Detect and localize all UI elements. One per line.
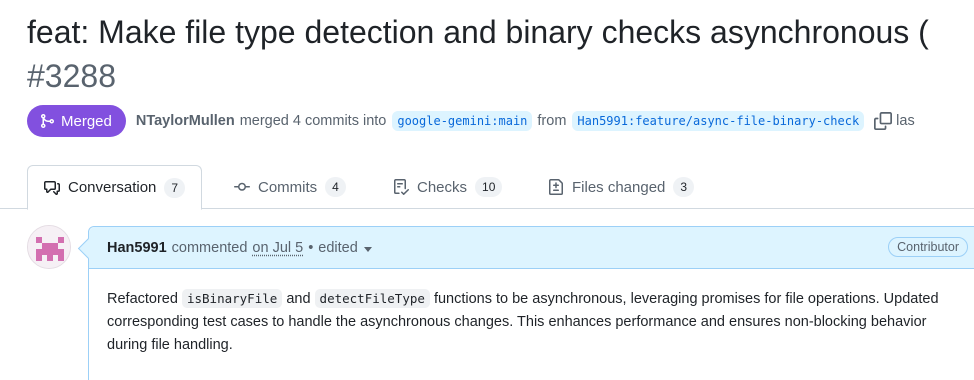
- pr-number: #3288: [27, 58, 116, 94]
- comment-verb: commented: [171, 239, 248, 256]
- comment-body: Refactored isBinaryFile and detectFileTy…: [89, 269, 959, 357]
- comment-separator: •: [308, 239, 314, 256]
- avatar[interactable]: [27, 225, 71, 269]
- copy-icon[interactable]: [874, 112, 893, 130]
- pr-meta-row: Merged NTaylorMullen merged 4 commits in…: [27, 105, 915, 137]
- tab-checks-count: 10: [475, 177, 503, 197]
- file-diff-icon: [549, 179, 563, 195]
- merge-action-text: merged 4 commits into: [239, 113, 387, 129]
- identicon-avatar-image: [28, 226, 70, 268]
- tab-files-changed-count: 3: [673, 177, 695, 197]
- comment-discussion-icon: [44, 180, 60, 195]
- comment-edited-label: edited: [318, 239, 358, 256]
- code-isbinaryfile: isBinaryFile: [181, 289, 283, 308]
- tab-commits[interactable]: Commits 4: [218, 165, 362, 209]
- comment-author-link[interactable]: Han5991: [107, 240, 167, 256]
- tab-files-changed-label: Files changed: [572, 178, 666, 196]
- tab-conversation-count: 7: [164, 177, 186, 198]
- comment-text-part1: Refactored: [107, 291, 178, 307]
- git-commit-icon: [234, 182, 250, 191]
- comment-date-link[interactable]: on Jul 5: [252, 240, 303, 256]
- tab-checks[interactable]: Checks 10: [377, 165, 518, 209]
- tab-files-changed[interactable]: Files changed 3: [532, 165, 710, 209]
- contributor-badge: Contributor: [888, 237, 968, 257]
- tab-conversation-label: Conversation: [68, 179, 157, 196]
- chevron-down-icon: [363, 246, 372, 252]
- merged-status-label: Merged: [61, 112, 112, 130]
- tab-commits-label: Commits: [258, 178, 318, 196]
- comment-header: Han5991 commented on Jul 5 • edited Cont…: [89, 227, 974, 269]
- comment-text-part2: and: [286, 291, 311, 307]
- checklist-icon: [394, 179, 409, 195]
- pr-title-text: feat: Make file type detection and binar…: [27, 14, 929, 50]
- tab-commits-count: 4: [325, 177, 346, 197]
- comment-edited-dropdown[interactable]: edited: [318, 240, 372, 256]
- base-branch-link[interactable]: google-gemini:main: [392, 111, 533, 131]
- pr-tabs: Conversation 7 Commits 4 Checks 10 Files…: [0, 165, 974, 210]
- code-detectfiletype: detectFileType: [314, 289, 430, 308]
- head-branch-link[interactable]: Han5991:feature/async-file-binary-check: [572, 111, 865, 131]
- meta-trailing-text: las: [896, 113, 915, 129]
- comment-box: Han5991 commented on Jul 5 • edited Cont…: [88, 226, 974, 380]
- tab-conversation[interactable]: Conversation 7: [27, 165, 203, 210]
- merged-status-badge: Merged: [27, 105, 126, 137]
- pr-title: feat: Make file type detection and binar…: [27, 10, 974, 98]
- git-merge-icon: [41, 114, 55, 128]
- pr-author-link[interactable]: NTaylorMullen: [136, 113, 235, 129]
- from-text: from: [537, 113, 567, 129]
- tab-checks-label: Checks: [417, 178, 468, 196]
